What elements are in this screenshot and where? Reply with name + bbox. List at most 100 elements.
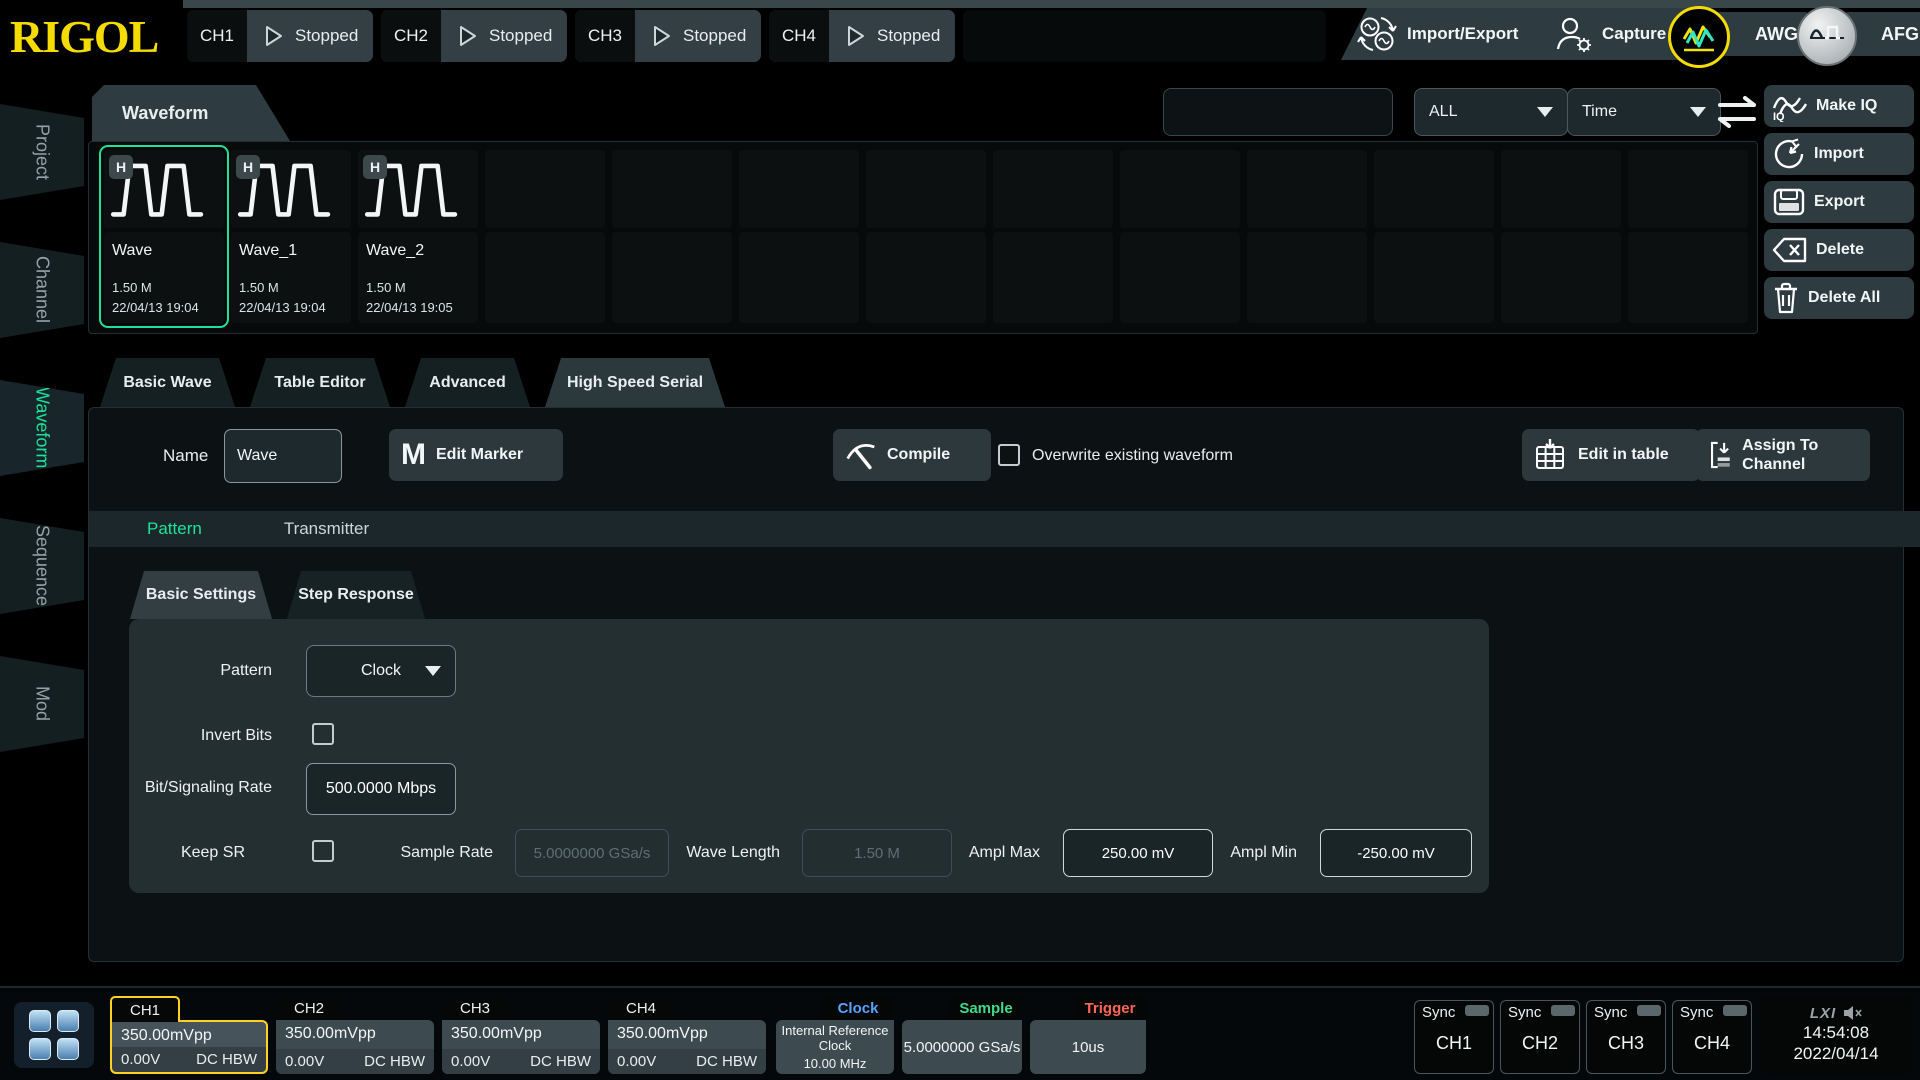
sidebar-item-project[interactable]: Project	[0, 104, 84, 200]
bottom-channel-ch3[interactable]: CH3 350.00mVpp 0.00V DC HBW	[442, 996, 600, 1074]
browser-tab-waveform[interactable]: Waveform	[92, 85, 290, 141]
ampl-min-input[interactable]: -250.00 mV	[1320, 829, 1472, 877]
edit-in-table-icon	[1534, 438, 1568, 472]
wave-card-wave[interactable]: H Wave 1.50 M 22/04/13 19:04	[104, 150, 224, 323]
wave-slot-empty[interactable]	[739, 150, 859, 323]
play-icon	[265, 25, 283, 47]
tab-step-response[interactable]: Step Response	[287, 571, 425, 619]
channel-status-ch4[interactable]: CH4 Stopped	[769, 10, 955, 62]
import-export-button[interactable]: Import/Export	[1341, 8, 1567, 60]
wave-thumbnail: H	[231, 150, 351, 228]
edit-in-table-button[interactable]: Edit in table	[1522, 429, 1700, 481]
mode-tab-transmitter[interactable]: Transmitter	[284, 519, 369, 539]
wave-length-label: Wave Length	[685, 844, 780, 862]
sidebar-item-channel[interactable]: Channel	[0, 242, 84, 338]
sort-by-dropdown[interactable]: Time	[1567, 88, 1721, 136]
channel-vpp: 350.00mVpp	[112, 1022, 266, 1045]
delete-all-button[interactable]: Delete All	[1764, 277, 1914, 319]
sort-order-icon[interactable]	[1714, 94, 1760, 130]
channel-label: CH2	[381, 10, 441, 62]
channel-coupling: DC HBW	[364, 1053, 425, 1070]
rigol-logo: RIGOL	[10, 10, 175, 62]
overwrite-checkbox[interactable]	[998, 444, 1020, 466]
export-button[interactable]: Export	[1764, 181, 1914, 223]
wave-slot-empty[interactable]	[612, 150, 732, 323]
sync-card-ch1[interactable]: Sync CH1	[1414, 1000, 1494, 1074]
tab-high-speed-serial[interactable]: High Speed Serial	[545, 358, 725, 407]
sync-card-ch4[interactable]: Sync CH4	[1672, 1000, 1752, 1074]
filter-type-dropdown[interactable]: ALL	[1414, 88, 1568, 136]
awg-icon[interactable]	[1668, 6, 1730, 68]
make-iq-button[interactable]: IQ Make IQ	[1764, 85, 1914, 127]
wave-type-badge: H	[363, 155, 387, 179]
wave-card-wave-1[interactable]: H Wave_1 1.50 M 22/04/13 19:04	[231, 150, 351, 323]
chevron-down-icon	[1537, 107, 1553, 117]
channel-vpp: 350.00mVpp	[276, 1020, 434, 1043]
wave-slot-empty[interactable]	[1247, 150, 1367, 323]
import-export-icon	[1357, 14, 1397, 54]
tab-table-editor[interactable]: Table Editor	[250, 358, 390, 407]
marker-m-icon: M	[401, 440, 426, 470]
trigger-status-card[interactable]: Trigger 10us	[1030, 996, 1146, 1074]
wave-slot-empty[interactable]	[1374, 150, 1494, 323]
edit-marker-button[interactable]: M Edit Marker	[389, 429, 563, 481]
keep-sr-checkbox[interactable]	[312, 840, 334, 862]
name-label: Name	[163, 446, 208, 466]
channel-offset: 0.00V	[285, 1053, 324, 1070]
wave-slot-empty[interactable]	[1120, 150, 1240, 323]
sync-card-ch3[interactable]: Sync CH3	[1586, 1000, 1666, 1074]
compile-button[interactable]: Compile	[833, 429, 991, 481]
wave-type-badge: H	[109, 155, 133, 179]
overwrite-label: Overwrite existing waveform	[1032, 447, 1233, 465]
system-status-card[interactable]: LXI 14:54:08 2022/04/14	[1760, 994, 1912, 1074]
sample-rate-input: 5.0000000 GSa/s	[515, 829, 669, 877]
sidebar-item-mod[interactable]: Mod	[0, 656, 84, 752]
pattern-dropdown[interactable]: Clock	[306, 645, 456, 697]
search-input[interactable]	[1164, 103, 1391, 121]
assign-to-channel-button[interactable]: Assign To Channel	[1696, 429, 1870, 481]
wave-slot-empty[interactable]	[866, 150, 986, 323]
play-icon	[459, 25, 477, 47]
tab-basic-wave[interactable]: Basic Wave	[100, 358, 235, 407]
bit-signaling-rate-input[interactable]: 500.0000 Mbps	[306, 763, 456, 815]
invert-bits-checkbox[interactable]	[312, 723, 334, 745]
import-export-label: Import/Export	[1407, 24, 1518, 44]
channel-offset: 0.00V	[451, 1053, 490, 1070]
sync-tab-notch	[1723, 1005, 1747, 1016]
bottom-channel-ch2[interactable]: CH2 350.00mVpp 0.00V DC HBW	[276, 996, 434, 1074]
channel-status-ch3[interactable]: CH3 Stopped	[575, 10, 761, 62]
sidebar-item-sequence[interactable]: Sequence	[0, 518, 84, 614]
channel-label: CH4	[769, 10, 829, 62]
name-input[interactable]: Wave	[224, 429, 342, 483]
grid-square-icon	[57, 1038, 79, 1060]
channel-status-ch2[interactable]: CH2 Stopped	[381, 10, 567, 62]
wave-slot-empty[interactable]	[1628, 150, 1748, 323]
bottom-channel-ch1[interactable]: CH1 350.00mVpp 0.00V DC HBW	[110, 996, 268, 1074]
wave-type-badge: H	[236, 155, 260, 179]
wave-slot-empty[interactable]	[993, 150, 1113, 323]
wave-size: 1.50 M	[239, 280, 279, 295]
wave-length-input: 1.50 M	[802, 829, 952, 877]
delete-button[interactable]: Delete	[1764, 229, 1914, 271]
channel-vpp: 350.00mVpp	[608, 1020, 766, 1043]
sync-card-ch2[interactable]: Sync CH2	[1500, 1000, 1580, 1074]
channel-status-ch1[interactable]: CH1 Stopped	[187, 10, 373, 62]
wave-slot-empty[interactable]	[1501, 150, 1621, 323]
sidebar-item-waveform[interactable]: Waveform	[0, 380, 84, 476]
channel-coupling: DC HBW	[196, 1051, 257, 1068]
channel-offset: 0.00V	[121, 1051, 160, 1068]
import-button[interactable]: Import	[1764, 133, 1914, 175]
ampl-max-input[interactable]: 250.00 mV	[1063, 829, 1213, 877]
mode-tab-pattern[interactable]: Pattern	[147, 519, 202, 539]
tab-basic-settings[interactable]: Basic Settings	[130, 571, 272, 619]
bottom-channel-ch4[interactable]: CH4 350.00mVpp 0.00V DC HBW	[608, 996, 766, 1074]
sample-rate-label: Sample Rate	[398, 844, 493, 862]
home-grid-button[interactable]	[14, 1002, 94, 1068]
clock-status-card[interactable]: Clock Internal Reference Clock 10.00 MHz	[776, 996, 894, 1074]
capture-label: Capture	[1602, 24, 1666, 44]
wave-card-wave-2[interactable]: H Wave_2 1.50 M 22/04/13 19:05	[358, 150, 478, 323]
tab-advanced[interactable]: Advanced	[405, 358, 530, 407]
afg-icon[interactable]	[1797, 6, 1857, 66]
sample-status-card[interactable]: Sample 5.0000000 GSa/s	[902, 996, 1022, 1074]
wave-slot-empty[interactable]	[485, 150, 605, 323]
